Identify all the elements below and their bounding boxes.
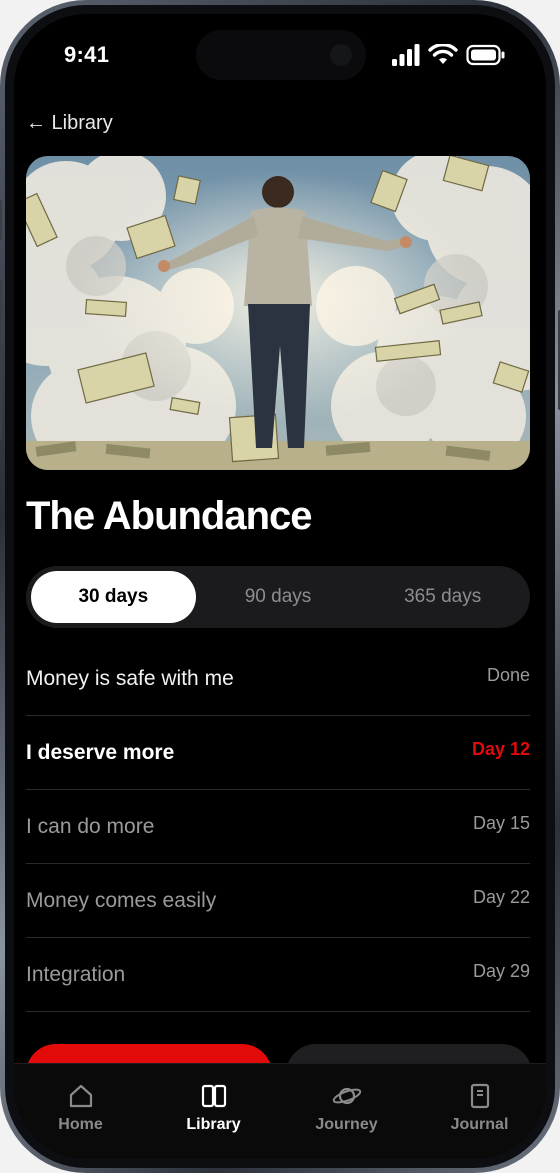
- duration-option-365-days[interactable]: 365 days: [360, 571, 525, 623]
- tab-label: Home: [58, 1116, 103, 1133]
- session-name: Integration: [26, 962, 126, 986]
- session-name: Money is safe with me: [26, 666, 234, 690]
- volume-up-button: [0, 280, 2, 350]
- session-status: Day 22: [472, 887, 530, 907]
- session-status: Day 29: [472, 961, 530, 981]
- camera-icon: [330, 44, 352, 66]
- duration-option-90-days[interactable]: 90 days: [196, 571, 361, 623]
- screen: 9:41 ← Library The Abundance 30 days 90 …: [14, 14, 546, 1159]
- status-time: 9:41: [64, 42, 110, 67]
- action-button: [0, 200, 2, 240]
- wifi-icon: [428, 44, 458, 64]
- tab-library[interactable]: Library: [147, 1064, 280, 1159]
- session-name: I can do more: [26, 814, 155, 838]
- tab-home[interactable]: Home: [14, 1064, 147, 1159]
- session-status: Day 15: [472, 813, 530, 833]
- tab-bar: Home Library Journey Journal: [14, 1063, 546, 1159]
- session-status: Done: [486, 665, 530, 685]
- volume-down-button: [0, 370, 2, 440]
- duration-selector: 30 days 90 days 365 days: [26, 566, 530, 628]
- tab-journey[interactable]: Journey: [280, 1064, 413, 1159]
- session-name: I deserve more: [26, 740, 175, 764]
- duration-option-30-days[interactable]: 30 days: [31, 571, 196, 623]
- dynamic-island: [196, 30, 366, 80]
- session-row[interactable]: I can do more Day 15: [26, 790, 530, 864]
- phone-frame: 9:41 ← Library The Abundance 30 days 90 …: [0, 0, 560, 1173]
- tab-journal[interactable]: Journal: [413, 1064, 546, 1159]
- session-row[interactable]: I deserve more Day 12: [26, 716, 530, 790]
- planet-icon: [332, 1087, 361, 1105]
- library-icon: [201, 1084, 226, 1108]
- session-status: Day 12: [471, 739, 530, 759]
- session-list: Money is safe with me Done I deserve mor…: [26, 642, 530, 1012]
- session-name: Money comes easily: [26, 888, 217, 912]
- session-row[interactable]: Money is safe with me Done: [26, 642, 530, 716]
- signal-icon: [392, 44, 420, 66]
- session-row[interactable]: Money comes easily Day 22: [26, 864, 530, 938]
- hero-image: [26, 156, 530, 470]
- battery-icon: [466, 44, 505, 66]
- home-icon: [69, 1084, 92, 1108]
- abundance-artwork: [26, 156, 530, 470]
- session-row[interactable]: Integration Day 29: [26, 938, 530, 1012]
- tab-label: Journal: [450, 1116, 509, 1133]
- tab-label: Library: [186, 1116, 241, 1133]
- journal-icon: [470, 1083, 489, 1109]
- tab-label: Journey: [315, 1116, 378, 1133]
- status-icons: [392, 44, 506, 66]
- program-title: The Abundance: [26, 494, 313, 538]
- back-to-library-link[interactable]: ← Library: [26, 112, 113, 135]
- status-bar: 9:41: [14, 14, 546, 94]
- bezel: 9:41 ← Library The Abundance 30 days 90 …: [5, 5, 555, 1168]
